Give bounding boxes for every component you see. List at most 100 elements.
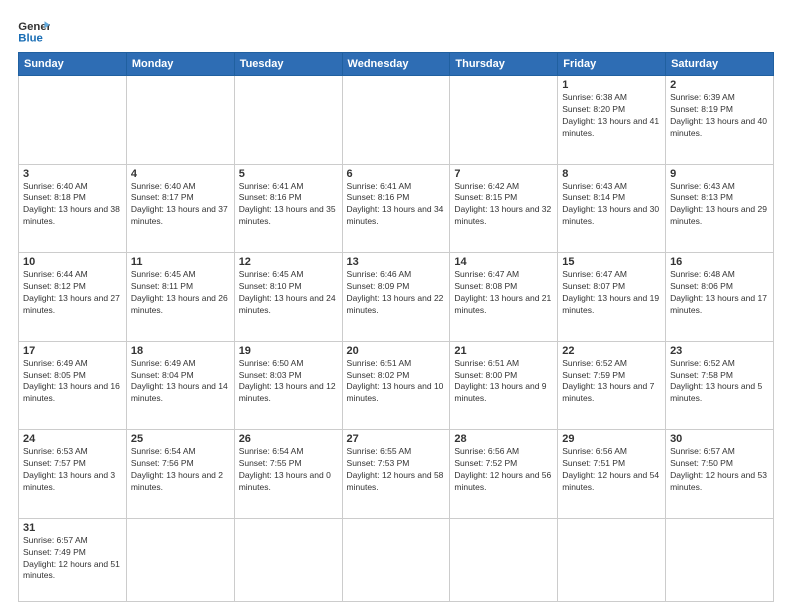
day-number: 18 bbox=[131, 345, 230, 357]
day-number: 17 bbox=[23, 345, 122, 357]
calendar-day-cell: 25Sunrise: 6:54 AM Sunset: 7:56 PM Dayli… bbox=[126, 430, 234, 519]
day-number: 31 bbox=[23, 522, 122, 534]
weekday-header-saturday: Saturday bbox=[666, 53, 774, 76]
day-info: Sunrise: 6:39 AM Sunset: 8:19 PM Dayligh… bbox=[670, 92, 769, 140]
day-info: Sunrise: 6:54 AM Sunset: 7:56 PM Dayligh… bbox=[131, 446, 230, 494]
calendar-day-cell: 24Sunrise: 6:53 AM Sunset: 7:57 PM Dayli… bbox=[19, 430, 127, 519]
day-number: 30 bbox=[670, 433, 769, 445]
day-info: Sunrise: 6:52 AM Sunset: 7:58 PM Dayligh… bbox=[670, 358, 769, 406]
calendar-header-row: SundayMondayTuesdayWednesdayThursdayFrid… bbox=[19, 53, 774, 76]
day-number: 1 bbox=[562, 79, 661, 91]
calendar-day-cell: 14Sunrise: 6:47 AM Sunset: 8:08 PM Dayli… bbox=[450, 253, 558, 342]
calendar-day-cell: 22Sunrise: 6:52 AM Sunset: 7:59 PM Dayli… bbox=[558, 341, 666, 430]
day-info: Sunrise: 6:51 AM Sunset: 8:00 PM Dayligh… bbox=[454, 358, 553, 406]
calendar-day-cell: 1Sunrise: 6:38 AM Sunset: 8:20 PM Daylig… bbox=[558, 76, 666, 165]
weekday-header-wednesday: Wednesday bbox=[342, 53, 450, 76]
day-number: 15 bbox=[562, 256, 661, 268]
calendar-day-cell: 4Sunrise: 6:40 AM Sunset: 8:17 PM Daylig… bbox=[126, 164, 234, 253]
day-info: Sunrise: 6:41 AM Sunset: 8:16 PM Dayligh… bbox=[347, 181, 446, 229]
day-info: Sunrise: 6:57 AM Sunset: 7:50 PM Dayligh… bbox=[670, 446, 769, 494]
calendar-day-cell: 27Sunrise: 6:55 AM Sunset: 7:53 PM Dayli… bbox=[342, 430, 450, 519]
calendar-day-cell: 15Sunrise: 6:47 AM Sunset: 8:07 PM Dayli… bbox=[558, 253, 666, 342]
day-number: 19 bbox=[239, 345, 338, 357]
day-number: 22 bbox=[562, 345, 661, 357]
day-number: 2 bbox=[670, 79, 769, 91]
calendar-day-cell: 16Sunrise: 6:48 AM Sunset: 8:06 PM Dayli… bbox=[666, 253, 774, 342]
calendar-day-cell: 19Sunrise: 6:50 AM Sunset: 8:03 PM Dayli… bbox=[234, 341, 342, 430]
calendar-day-cell: 5Sunrise: 6:41 AM Sunset: 8:16 PM Daylig… bbox=[234, 164, 342, 253]
day-info: Sunrise: 6:40 AM Sunset: 8:18 PM Dayligh… bbox=[23, 181, 122, 229]
weekday-header-tuesday: Tuesday bbox=[234, 53, 342, 76]
weekday-header-thursday: Thursday bbox=[450, 53, 558, 76]
calendar-day-cell bbox=[234, 518, 342, 601]
day-number: 12 bbox=[239, 256, 338, 268]
calendar-day-cell: 10Sunrise: 6:44 AM Sunset: 8:12 PM Dayli… bbox=[19, 253, 127, 342]
calendar-day-cell: 7Sunrise: 6:42 AM Sunset: 8:15 PM Daylig… bbox=[450, 164, 558, 253]
calendar-day-cell: 23Sunrise: 6:52 AM Sunset: 7:58 PM Dayli… bbox=[666, 341, 774, 430]
weekday-header-monday: Monday bbox=[126, 53, 234, 76]
day-info: Sunrise: 6:47 AM Sunset: 8:07 PM Dayligh… bbox=[562, 269, 661, 317]
day-number: 29 bbox=[562, 433, 661, 445]
calendar-day-cell: 31Sunrise: 6:57 AM Sunset: 7:49 PM Dayli… bbox=[19, 518, 127, 601]
page: General Blue SundayMondayTuesdayWednesda… bbox=[0, 0, 792, 612]
weekday-header-friday: Friday bbox=[558, 53, 666, 76]
day-info: Sunrise: 6:43 AM Sunset: 8:14 PM Dayligh… bbox=[562, 181, 661, 229]
day-number: 8 bbox=[562, 168, 661, 180]
calendar-week-5: 24Sunrise: 6:53 AM Sunset: 7:57 PM Dayli… bbox=[19, 430, 774, 519]
day-number: 3 bbox=[23, 168, 122, 180]
calendar-day-cell: 12Sunrise: 6:45 AM Sunset: 8:10 PM Dayli… bbox=[234, 253, 342, 342]
day-info: Sunrise: 6:56 AM Sunset: 7:52 PM Dayligh… bbox=[454, 446, 553, 494]
calendar-day-cell: 2Sunrise: 6:39 AM Sunset: 8:19 PM Daylig… bbox=[666, 76, 774, 165]
day-number: 27 bbox=[347, 433, 446, 445]
calendar-day-cell: 3Sunrise: 6:40 AM Sunset: 8:18 PM Daylig… bbox=[19, 164, 127, 253]
day-number: 21 bbox=[454, 345, 553, 357]
calendar-day-cell: 29Sunrise: 6:56 AM Sunset: 7:51 PM Dayli… bbox=[558, 430, 666, 519]
day-number: 23 bbox=[670, 345, 769, 357]
calendar-day-cell: 8Sunrise: 6:43 AM Sunset: 8:14 PM Daylig… bbox=[558, 164, 666, 253]
calendar-day-cell: 6Sunrise: 6:41 AM Sunset: 8:16 PM Daylig… bbox=[342, 164, 450, 253]
calendar-week-6: 31Sunrise: 6:57 AM Sunset: 7:49 PM Dayli… bbox=[19, 518, 774, 601]
day-info: Sunrise: 6:45 AM Sunset: 8:11 PM Dayligh… bbox=[131, 269, 230, 317]
calendar-day-cell bbox=[450, 518, 558, 601]
day-info: Sunrise: 6:45 AM Sunset: 8:10 PM Dayligh… bbox=[239, 269, 338, 317]
day-info: Sunrise: 6:40 AM Sunset: 8:17 PM Dayligh… bbox=[131, 181, 230, 229]
weekday-header-sunday: Sunday bbox=[19, 53, 127, 76]
day-info: Sunrise: 6:53 AM Sunset: 7:57 PM Dayligh… bbox=[23, 446, 122, 494]
calendar-day-cell: 21Sunrise: 6:51 AM Sunset: 8:00 PM Dayli… bbox=[450, 341, 558, 430]
calendar-table: SundayMondayTuesdayWednesdayThursdayFrid… bbox=[18, 52, 774, 602]
calendar-day-cell bbox=[234, 76, 342, 165]
calendar-day-cell bbox=[126, 518, 234, 601]
day-number: 5 bbox=[239, 168, 338, 180]
day-info: Sunrise: 6:51 AM Sunset: 8:02 PM Dayligh… bbox=[347, 358, 446, 406]
day-number: 9 bbox=[670, 168, 769, 180]
day-number: 7 bbox=[454, 168, 553, 180]
day-info: Sunrise: 6:38 AM Sunset: 8:20 PM Dayligh… bbox=[562, 92, 661, 140]
day-info: Sunrise: 6:46 AM Sunset: 8:09 PM Dayligh… bbox=[347, 269, 446, 317]
day-number: 6 bbox=[347, 168, 446, 180]
day-info: Sunrise: 6:52 AM Sunset: 7:59 PM Dayligh… bbox=[562, 358, 661, 406]
calendar-day-cell: 30Sunrise: 6:57 AM Sunset: 7:50 PM Dayli… bbox=[666, 430, 774, 519]
logo-icon: General Blue bbox=[18, 16, 50, 44]
calendar-day-cell: 9Sunrise: 6:43 AM Sunset: 8:13 PM Daylig… bbox=[666, 164, 774, 253]
calendar-day-cell bbox=[342, 76, 450, 165]
day-info: Sunrise: 6:55 AM Sunset: 7:53 PM Dayligh… bbox=[347, 446, 446, 494]
day-info: Sunrise: 6:54 AM Sunset: 7:55 PM Dayligh… bbox=[239, 446, 338, 494]
calendar-day-cell bbox=[342, 518, 450, 601]
day-info: Sunrise: 6:44 AM Sunset: 8:12 PM Dayligh… bbox=[23, 269, 122, 317]
calendar-day-cell: 11Sunrise: 6:45 AM Sunset: 8:11 PM Dayli… bbox=[126, 253, 234, 342]
day-number: 10 bbox=[23, 256, 122, 268]
calendar-day-cell bbox=[126, 76, 234, 165]
calendar-day-cell: 28Sunrise: 6:56 AM Sunset: 7:52 PM Dayli… bbox=[450, 430, 558, 519]
day-info: Sunrise: 6:49 AM Sunset: 8:04 PM Dayligh… bbox=[131, 358, 230, 406]
day-number: 25 bbox=[131, 433, 230, 445]
day-info: Sunrise: 6:57 AM Sunset: 7:49 PM Dayligh… bbox=[23, 535, 122, 583]
day-info: Sunrise: 6:50 AM Sunset: 8:03 PM Dayligh… bbox=[239, 358, 338, 406]
day-number: 4 bbox=[131, 168, 230, 180]
calendar-week-1: 1Sunrise: 6:38 AM Sunset: 8:20 PM Daylig… bbox=[19, 76, 774, 165]
calendar-day-cell bbox=[450, 76, 558, 165]
calendar-day-cell: 17Sunrise: 6:49 AM Sunset: 8:05 PM Dayli… bbox=[19, 341, 127, 430]
day-number: 24 bbox=[23, 433, 122, 445]
day-info: Sunrise: 6:48 AM Sunset: 8:06 PM Dayligh… bbox=[670, 269, 769, 317]
calendar-day-cell: 13Sunrise: 6:46 AM Sunset: 8:09 PM Dayli… bbox=[342, 253, 450, 342]
calendar-day-cell: 20Sunrise: 6:51 AM Sunset: 8:02 PM Dayli… bbox=[342, 341, 450, 430]
